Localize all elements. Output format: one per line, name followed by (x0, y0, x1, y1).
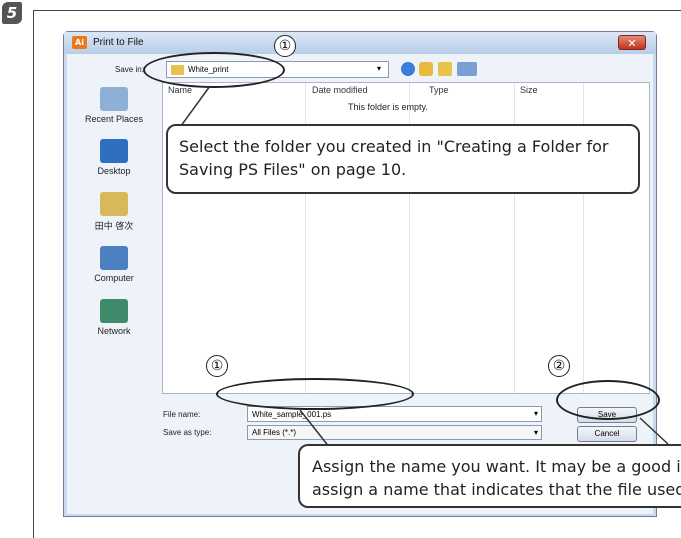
folder-instruction-callout: Select the folder you created in "Creati… (166, 124, 640, 194)
folder-instruction-text: Select the folder you created in "Creati… (179, 137, 609, 179)
name-instruction-text: Assign the name you want. It may be a go… (312, 457, 681, 499)
save-leader-line (639, 417, 669, 445)
name-instruction-callout: Assign the name you want. It may be a go… (298, 444, 681, 508)
marker-one-save-in: ① (274, 35, 296, 57)
marker-one-file-name: ① (206, 355, 228, 377)
marker-two-save: ② (548, 355, 570, 377)
name-leader-line (299, 409, 331, 449)
